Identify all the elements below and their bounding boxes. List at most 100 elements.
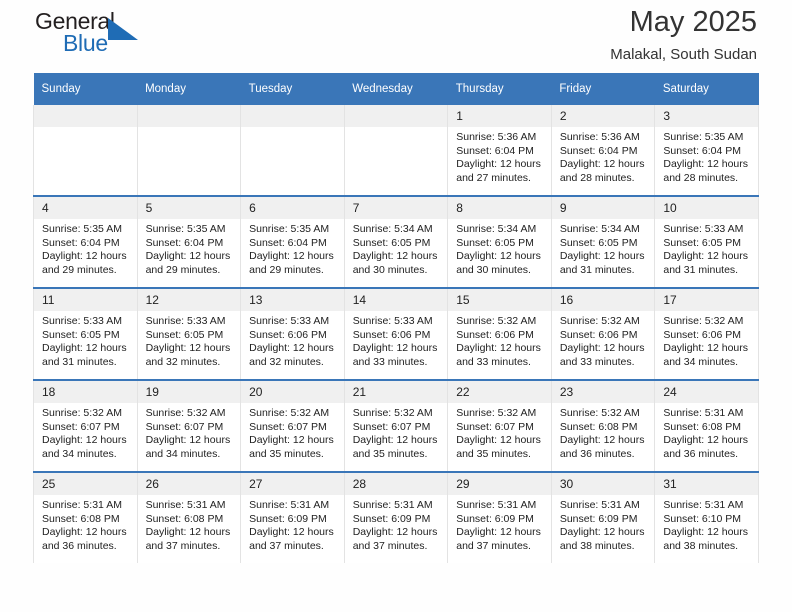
day-number: 8 [448,197,551,219]
sunset-text: Sunset: 6:05 PM [663,236,742,249]
sunrise-text: Sunrise: 5:34 AM [352,223,433,235]
calendar-day-cell[interactable]: 16 Sunrise: 5:32 AM Sunset: 6:06 PM Dayligh… [550,287,656,380]
sunset-text: Sunset: 6:08 PM [663,420,742,433]
sunrise-text: Sunrise: 5:36 AM [456,131,537,143]
calendar-day-cell[interactable]: 30 Sunrise: 5:31 AM Sunset: 6:09 PM Dayligh… [550,471,656,563]
daylight-text: Daylight: 12 hours [663,250,749,262]
day-details [345,127,448,131]
day-details: Sunrise: 5:35 AM Sunset: 6:04 PM Daylight:… [138,219,241,277]
day-details: Sunrise: 5:32 AM Sunset: 6:07 PM Daylight:… [138,403,241,461]
day-number: 7 [344,197,448,219]
calendar-day-cell[interactable]: 9 Sunrise: 5:34 AM Sunset: 6:05 PM Daylight… [550,195,656,288]
calendar-day-cell[interactable]: 5 Sunrise: 5:35 AM Sunset: 6:04 PM Daylight… [136,195,242,288]
sunset-text: Sunset: 6:06 PM [352,328,431,341]
calendar-day-cell[interactable]: 11 Sunrise: 5:33 AM Sunset: 6:05 PM Dayligh… [33,287,138,380]
calendar-day-cell[interactable]: 26 Sunrise: 5:31 AM Sunset: 6:08 PM Dayligh… [136,471,242,563]
day-details: Sunrise: 5:31 AM Sunset: 6:08 PM Daylight:… [34,495,137,553]
day-number: 24 [655,381,758,403]
day-number: 4 [34,197,137,219]
calendar-day-cell[interactable]: 28 Sunrise: 5:31 AM Sunset: 6:09 PM Dayligh… [343,471,449,563]
day-details: Sunrise: 5:33 AM Sunset: 6:05 PM Daylight:… [34,311,137,369]
calendar-day-cell[interactable]: 2 Sunrise: 5:36 AM Sunset: 6:04 PM Daylight… [550,105,656,196]
calendar-day-cell[interactable]: 20 Sunrise: 5:32 AM Sunset: 6:07 PM Dayligh… [240,379,345,472]
day-details: Sunrise: 5:32 AM Sunset: 6:06 PM Daylight:… [655,311,758,369]
calendar-day-cell[interactable]: 10 Sunrise: 5:33 AM Sunset: 6:05 PM Dayligh… [654,195,759,288]
calendar-day-cell[interactable]: 29 Sunrise: 5:31 AM Sunset: 6:09 PM Dayligh… [447,471,552,563]
day-details [34,127,137,131]
daylight-text: and 28 minutes. [663,171,739,184]
day-details: Sunrise: 5:34 AM Sunset: 6:05 PM Daylight:… [448,219,551,277]
calendar-day-cell[interactable]: 18 Sunrise: 5:32 AM Sunset: 6:07 PM Dayligh… [33,379,138,472]
calendar-day-cell[interactable]: 31 Sunrise: 5:31 AM Sunset: 6:10 PM Dayligh… [654,471,759,563]
day-details: Sunrise: 5:35 AM Sunset: 6:04 PM Daylight:… [241,219,344,277]
day-details: Sunrise: 5:36 AM Sunset: 6:04 PM Daylight:… [552,127,655,185]
sunrise-text: Sunrise: 5:31 AM [456,499,537,511]
daylight-text: Daylight: 12 hours [559,342,645,354]
sunset-text: Sunset: 6:05 PM [352,236,431,249]
daylight-text: Daylight: 12 hours [42,250,127,262]
day-number [34,105,137,127]
sunset-text: Sunset: 6:07 PM [145,420,224,433]
daylight-text: Daylight: 12 hours [663,434,749,446]
day-details: Sunrise: 5:32 AM Sunset: 6:07 PM Daylight:… [448,403,551,461]
daylight-text: and 38 minutes. [559,539,635,552]
calendar-day-cell[interactable]: 12 Sunrise: 5:33 AM Sunset: 6:05 PM Dayligh… [136,287,242,380]
day-number: 21 [344,381,448,403]
day-details: Sunrise: 5:32 AM Sunset: 6:06 PM Daylight:… [448,311,551,369]
calendar-day-cell[interactable]: 3 Sunrise: 5:35 AM Sunset: 6:04 PM Daylight… [654,105,759,196]
daylight-text: Daylight: 12 hours [352,434,438,446]
day-details: Sunrise: 5:31 AM Sunset: 6:08 PM Daylight:… [138,495,241,553]
calendar-day-cell[interactable]: 13 Sunrise: 5:33 AM Sunset: 6:06 PM Dayligh… [240,287,345,380]
daylight-text: Daylight: 12 hours [145,342,231,354]
daylight-text: and 37 minutes. [352,539,428,552]
day-details: Sunrise: 5:33 AM Sunset: 6:05 PM Daylight:… [655,219,758,277]
calendar-day-cell[interactable]: 14 Sunrise: 5:33 AM Sunset: 6:06 PM Dayligh… [343,287,449,380]
calendar-day-cell[interactable]: 24 Sunrise: 5:31 AM Sunset: 6:08 PM Dayligh… [654,379,759,472]
sunset-text: Sunset: 6:09 PM [456,512,534,525]
sunrise-text: Sunrise: 5:32 AM [663,315,744,327]
calendar-week-row: 11 Sunrise: 5:33 AM Sunset: 6:05 PM Dayligh… [33,287,759,380]
calendar-day-cell[interactable]: 21 Sunrise: 5:32 AM Sunset: 6:07 PM Dayligh… [343,379,449,472]
calendar-day-cell[interactable]: 23 Sunrise: 5:32 AM Sunset: 6:08 PM Dayligh… [550,379,656,472]
calendar-day-cell[interactable]: 1 Sunrise: 5:36 AM Sunset: 6:04 PM Daylight… [447,105,552,196]
calendar-day-cell[interactable]: 15 Sunrise: 5:32 AM Sunset: 6:06 PM Dayligh… [447,287,552,380]
day-number: 6 [241,197,344,219]
sunrise-text: Sunrise: 5:32 AM [559,315,640,327]
daylight-text: Daylight: 12 hours [249,434,334,446]
daylight-text: Daylight: 12 hours [663,526,749,538]
calendar-day-cell[interactable]: 4 Sunrise: 5:35 AM Sunset: 6:04 PM Daylight… [33,195,138,288]
calendar-day-cell[interactable]: 19 Sunrise: 5:32 AM Sunset: 6:07 PM Dayligh… [136,379,242,472]
day-number [344,105,448,127]
calendar-day-cell[interactable]: 25 Sunrise: 5:31 AM Sunset: 6:08 PM Dayligh… [33,471,138,563]
day-number: 13 [241,289,344,311]
general-blue-logo[interactable]: General Blue [33,8,233,64]
calendar-day-cell[interactable]: 7 Sunrise: 5:34 AM Sunset: 6:05 PM Daylight… [343,195,449,288]
blue-triangle-flag-icon [108,18,138,40]
sunset-text: Sunset: 6:04 PM [145,236,224,249]
daylight-text: and 34 minutes. [145,447,221,460]
daylight-text: and 33 minutes. [559,355,635,368]
day-details: Sunrise: 5:35 AM Sunset: 6:04 PM Daylight:… [655,127,758,185]
calendar-day-cell[interactable]: 6 Sunrise: 5:35 AM Sunset: 6:04 PM Daylight… [240,195,345,288]
sunrise-text: Sunrise: 5:32 AM [352,407,433,419]
sunrise-text: Sunrise: 5:33 AM [352,315,433,327]
day-number [241,105,344,127]
daylight-text: Daylight: 12 hours [352,526,438,538]
calendar-day-cell[interactable]: 8 Sunrise: 5:34 AM Sunset: 6:05 PM Daylight… [447,195,552,288]
day-number [137,105,241,127]
sunset-text: Sunset: 6:04 PM [456,144,534,157]
calendar-day-cell[interactable]: 27 Sunrise: 5:31 AM Sunset: 6:09 PM Dayligh… [240,471,345,563]
daylight-text: Daylight: 12 hours [145,526,231,538]
sunrise-text: Sunrise: 5:31 AM [559,499,640,511]
sunset-text: Sunset: 6:09 PM [249,512,327,525]
sunset-text: Sunset: 6:04 PM [663,144,742,157]
calendar-day-cell[interactable]: 22 Sunrise: 5:32 AM Sunset: 6:07 PM Dayligh… [447,379,552,472]
daylight-text: and 35 minutes. [456,447,531,460]
daylight-text: and 33 minutes. [352,355,428,368]
daylight-text: Daylight: 12 hours [42,434,127,446]
day-number: 25 [34,473,137,495]
calendar-day-cell[interactable]: 17 Sunrise: 5:32 AM Sunset: 6:06 PM Dayligh… [654,287,759,380]
sunset-text: Sunset: 6:04 PM [42,236,120,249]
day-number: 14 [344,289,448,311]
day-details [138,127,241,131]
